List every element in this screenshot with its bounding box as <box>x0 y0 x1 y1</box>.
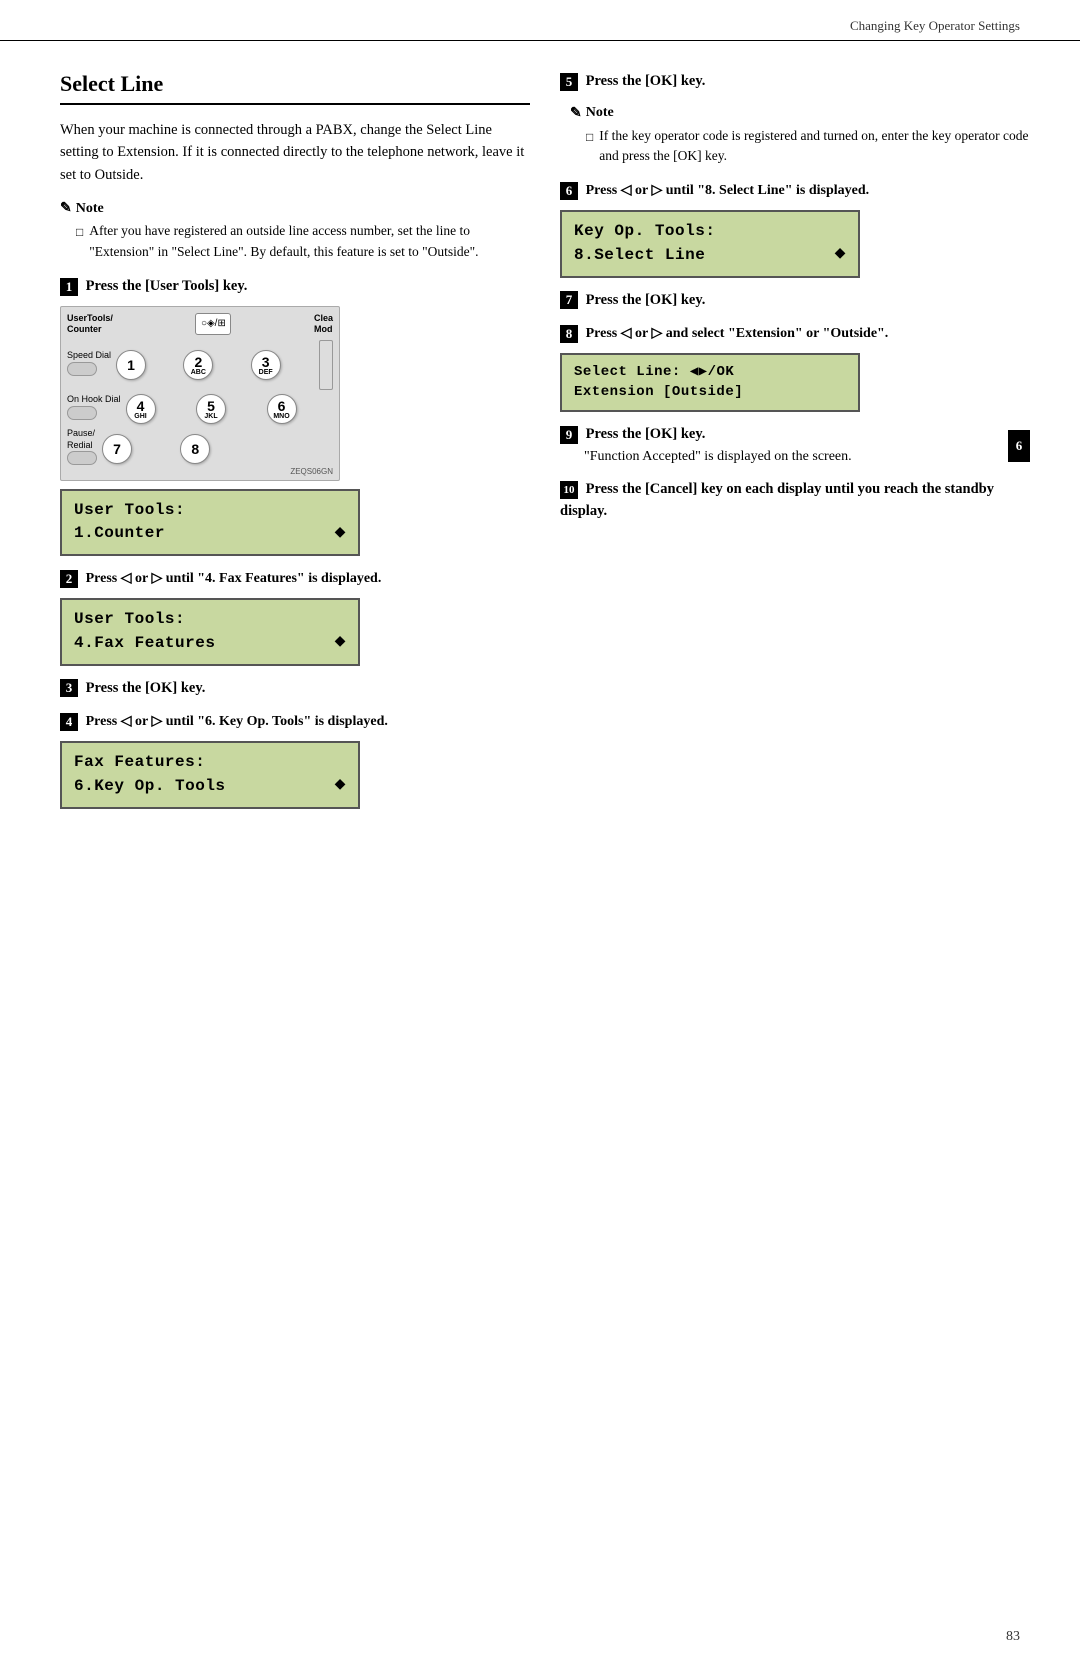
note-item-1: After you have registered an outside lin… <box>76 221 530 262</box>
step-2: 2 Press ◁ or ▷ until "4. Fax Features" i… <box>60 568 530 665</box>
lcd-line-5-2: Extension [Outside] <box>574 383 846 403</box>
lcd-arrow-2: ◆ <box>335 630 346 655</box>
step-num-4: 4 <box>60 713 78 731</box>
lcd-line-3-1: Fax Features: <box>74 751 346 773</box>
intro-text: When your machine is connected through a… <box>60 119 530 186</box>
step-num-3: 3 <box>60 679 78 697</box>
step-1: 1 Press the [User Tools] key. UserTools/… <box>60 276 530 556</box>
lcd-display-5: Select Line: ◀▶/OK Extension [Outside] <box>560 353 860 412</box>
step-num-5: 5 <box>560 73 578 91</box>
page-footer: 83 <box>1006 1629 1020 1645</box>
page-number: 83 <box>1006 1629 1020 1644</box>
left-column: Select Line When your machine is connect… <box>60 71 530 821</box>
step-7: 7 Press the [OK] key. <box>560 290 1030 312</box>
keyboard-image: UserTools/Counter ○◈/⊞ CleaMod Speed Dia… <box>60 306 340 481</box>
step-num-8: 8 <box>560 325 578 343</box>
step-9-body: "Function Accepted" is displayed on the … <box>584 446 1030 467</box>
note-title-2: ✎ Note <box>570 105 1030 122</box>
step-4-label: 4 Press ◁ or ▷ until "6. Key Op. Tools" … <box>60 711 530 733</box>
lcd-line-3-2: 6.Key Op. Tools ◆ <box>74 773 346 798</box>
step-1-label: 1 Press the [User Tools] key. <box>60 276 530 298</box>
note-title-1: ✎ Note <box>60 200 530 217</box>
step-num-1: 1 <box>60 278 78 296</box>
step-num-7: 7 <box>560 291 578 309</box>
lcd-arrow-3: ◆ <box>335 773 346 798</box>
step-10: 10 Press the [Cancel] key on each displa… <box>560 479 1030 523</box>
step-5: 5 Press the [OK] key. <box>560 71 1030 93</box>
step-6-body: Press ◁ or ▷ until "8. Select Line" is d… <box>586 183 870 198</box>
lcd-line-2-2: 4.Fax Features ◆ <box>74 630 346 655</box>
step-8-label: 8 Press ◁ or ▷ and select "Extension" or… <box>560 323 1030 345</box>
step-num-9: 9 <box>560 426 578 444</box>
lcd-line-2-1: User Tools: <box>74 608 346 630</box>
note-text-1: After you have registered an outside lin… <box>60 221 530 262</box>
header-title: Changing Key Operator Settings <box>850 18 1020 33</box>
step-8-body: Press ◁ or ▷ and select "Extension" or "… <box>586 326 889 341</box>
note-item-2: If the key operator code is registered a… <box>586 126 1030 167</box>
lcd-line-5-1: Select Line: ◀▶/OK <box>574 363 846 383</box>
lcd-line-1-1: User Tools: <box>74 499 346 521</box>
lcd-display-4: Key Op. Tools: 8.Select Line ◆ <box>560 210 860 278</box>
lcd-arrow-1: ◆ <box>335 521 346 546</box>
step-6: 6 Press ◁ or ▷ until "8. Select Line" is… <box>560 180 1030 277</box>
zeqs-label: ZEQS06GN <box>290 467 333 476</box>
step-num-2: 2 <box>60 570 78 588</box>
note-block-2: ✎ Note If the key operator code is regis… <box>570 105 1030 167</box>
lcd-line-4-1: Key Op. Tools: <box>574 220 846 242</box>
step-7-label: 7 Press the [OK] key. <box>560 290 1030 312</box>
right-column: 5 Press the [OK] key. ✎ Note If the key … <box>560 71 1030 821</box>
tab-marker: 6 <box>1008 430 1030 462</box>
step-9: 9 Press the [OK] key. "Function Accepted… <box>560 424 1030 467</box>
note-block-1: ✎ Note After you have registered an outs… <box>60 200 530 262</box>
note-text-2: If the key operator code is registered a… <box>570 126 1030 167</box>
step-num-6: 6 <box>560 182 578 200</box>
step-9-label: 9 Press the [OK] key. <box>560 424 1030 446</box>
lcd-arrow-4: ◆ <box>835 242 846 267</box>
section-title: Select Line <box>60 71 530 105</box>
lcd-line-1-2: 1.Counter ◆ <box>74 521 346 546</box>
step-3-label: 3 Press the [OK] key. <box>60 678 530 700</box>
lcd-display-1: User Tools: 1.Counter ◆ <box>60 489 360 557</box>
page-header: Changing Key Operator Settings <box>0 0 1080 41</box>
lcd-line-4-2: 8.Select Line ◆ <box>574 242 846 267</box>
lcd-display-3: Fax Features: 6.Key Op. Tools ◆ <box>60 741 360 809</box>
step-2-body: Press ◁ or ▷ until "4. Fax Features" is … <box>86 571 382 586</box>
lcd-display-2: User Tools: 4.Fax Features ◆ <box>60 598 360 666</box>
step-8: 8 Press ◁ or ▷ and select "Extension" or… <box>560 323 1030 412</box>
step-6-label: 6 Press ◁ or ▷ until "8. Select Line" is… <box>560 180 1030 202</box>
pencil-icon: ✎ <box>60 200 72 217</box>
pencil-icon-2: ✎ <box>570 105 582 122</box>
step-4: 4 Press ◁ or ▷ until "6. Key Op. Tools" … <box>60 711 530 808</box>
step-4-body: Press ◁ or ▷ until "6. Key Op. Tools" is… <box>86 714 388 729</box>
step-5-label: 5 Press the [OK] key. <box>560 71 1030 93</box>
step-10-label: 10 Press the [Cancel] key on each displa… <box>560 479 1030 523</box>
step-num-10: 10 <box>560 481 578 499</box>
step-3: 3 Press the [OK] key. <box>60 678 530 700</box>
step-2-label: 2 Press ◁ or ▷ until "4. Fax Features" i… <box>60 568 530 590</box>
